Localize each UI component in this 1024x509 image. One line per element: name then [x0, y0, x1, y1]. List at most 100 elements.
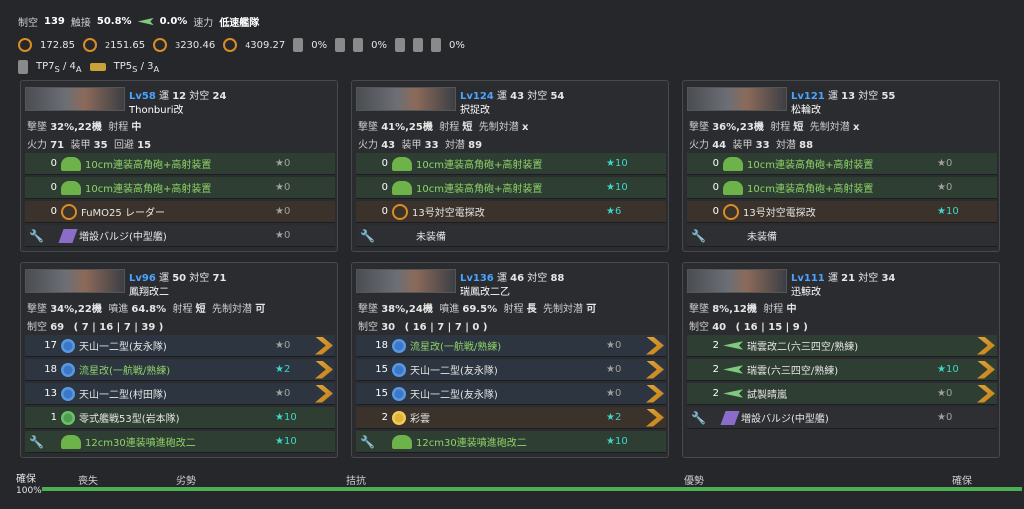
ship-banner-image[interactable] — [25, 269, 125, 293]
los-2: 2151.65 — [105, 39, 146, 51]
tick-parity: 拮抗 — [346, 476, 366, 487]
equipment-slot[interactable]: 15 天山一二型(友永隊) ★0 — [356, 359, 666, 381]
equipment-slot[interactable]: 15 天山一二型(友永隊) ★0 — [356, 383, 666, 405]
speed-value: 低速艦隊 — [219, 18, 260, 29]
ship-banner-image[interactable] — [687, 87, 787, 111]
ship-banner-image[interactable] — [25, 87, 125, 111]
ship-stats-line2: 火力 44 装甲 33 対潜 88 — [689, 140, 814, 151]
wrench-icon: 🔧 — [29, 434, 44, 449]
equipment-slot[interactable]: 🔧 12cm30連装噴進砲改二 ★10 — [25, 431, 335, 453]
equipment-slot[interactable]: 2 瑞雲(六三四空/熟練) ★10 — [687, 359, 997, 381]
equipment-slot[interactable]: 🔧 増設バルジ(中型艦) ★0 — [687, 407, 997, 429]
ship-name: 松輪改 — [791, 105, 821, 116]
speed-label: 速力 — [193, 18, 214, 29]
equipment-name: 天山一二型(友永隊) — [410, 366, 498, 377]
equipment-slot[interactable]: 🔧 未装備 — [687, 225, 997, 247]
proficiency-chevron-icon — [977, 360, 995, 379]
torpedo-bomber-icon — [61, 386, 75, 401]
wrench-icon: 🔧 — [360, 434, 375, 449]
ship-card[interactable]: Lv111 運 21 対空 34 迅鯨改 撃墜 8%,12機 射程 中 制空 40 … — [682, 262, 1000, 458]
drum-3: 0% — [449, 39, 465, 51]
proficiency-chevron-icon — [977, 384, 995, 403]
torpedo-bomber-icon — [61, 362, 75, 377]
improvement-level: ★6 — [606, 206, 622, 217]
equipment-name: 10cm連装高角砲+高射装置 — [747, 160, 874, 171]
equipment-slot[interactable]: 🔧 未装備 — [356, 225, 666, 247]
tp-2: TP5S / 3A — [113, 60, 160, 74]
improvement-level: ★10 — [275, 436, 297, 447]
equipment-slot[interactable]: 2 彩雲 ★2 — [356, 407, 666, 429]
ship-stats-line1: 撃墜 32%,22機 射程 中 — [27, 122, 142, 133]
wrench-icon: 🔧 — [691, 228, 706, 243]
ship-card[interactable]: Lv96 運 50 対空 71 鳳翔改二 撃墜 34%,22機 噴進 64.8% 射… — [20, 262, 338, 458]
equipment-name: 増設バルジ(中型艦) — [741, 414, 829, 425]
drum-1: 0% — [311, 39, 328, 51]
contact-label: 触接 — [70, 18, 91, 29]
equipment-slot[interactable]: 18 流星改(一航戦/熟練) ★2 — [25, 359, 335, 381]
slot-count: 0 — [712, 158, 719, 169]
proficiency-chevron-icon — [646, 336, 664, 355]
ship-card[interactable]: Lv121 運 13 対空 55 松輪改 撃墜 36%,23機 射程 短 先制対潜 … — [682, 80, 1000, 252]
improvement-level: ★0 — [275, 230, 291, 241]
equipment-slot[interactable]: 0 13号対空電探改 ★6 — [356, 201, 666, 223]
ship-card[interactable]: Lv124 運 43 対空 54 択捉改 撃墜 41%,25機 射程 短 先制対潜 … — [351, 80, 669, 252]
ship-card[interactable]: Lv58 運 12 対空 24 Thonburi改 撃墜 32%,22機 射程 中 … — [20, 80, 338, 252]
proficiency-chevron-icon — [646, 384, 664, 403]
improvement-level: ★10 — [275, 412, 297, 423]
equipment-name: 試製晴嵐 — [747, 390, 787, 401]
equipment-name: 天山一二型(村田隊) — [79, 390, 167, 401]
equipment-slot[interactable]: 2 試製晴嵐 ★0 — [687, 383, 997, 405]
torpedo-bomber-icon — [392, 386, 406, 401]
ship-banner-image[interactable] — [356, 269, 456, 293]
ship-banner-image[interactable] — [687, 269, 787, 293]
los-row: 172.85 2151.65 3230.46 4309.27 0% 0% 0% — [18, 38, 465, 52]
tp-row: TP7S / 4A TP5S / 3A — [18, 60, 159, 74]
drum-icon — [413, 38, 424, 52]
equipment-slot[interactable]: 0 10cm連装高角砲+高射装置 ★0 — [25, 153, 335, 175]
ship-stats-line1: 撃墜 38%,24機 噴進 69.5% 射程 長 先制対潜 可 — [358, 304, 597, 315]
equipment-slot[interactable]: 0 FuMO25 レーダー ★0 — [25, 201, 335, 223]
improvement-level: ★10 — [937, 364, 959, 375]
equipment-slot[interactable]: 0 10cm連装高角砲+高射装置 ★0 — [25, 177, 335, 199]
air-state-pct: 100% — [16, 486, 42, 496]
tick-supremacy: 確保 — [952, 476, 972, 487]
equipment-slot[interactable]: 18 流星改(一航戦/熟練) ★0 — [356, 335, 666, 357]
equipment-name: 未装備 — [747, 232, 777, 243]
equipment-slot[interactable]: 0 10cm連装高角砲+高射装置 ★0 — [687, 153, 997, 175]
equipment-slot[interactable]: 1 零式艦戦53型(岩本隊) ★10 — [25, 407, 335, 429]
slot-count: 0 — [50, 182, 57, 193]
equipment-slot[interactable]: 0 10cm連装高角砲+高射装置 ★10 — [356, 153, 666, 175]
improvement-level: ★0 — [275, 206, 291, 217]
slot-count: 2 — [712, 388, 719, 399]
air-label: 制空 — [18, 18, 38, 29]
equipment-name: 12cm30連装噴進砲改二 — [85, 438, 196, 449]
proficiency-chevron-icon — [315, 384, 333, 403]
torpedo-bomber-icon — [392, 362, 406, 377]
ship-card[interactable]: Lv136 運 46 対空 88 瑞鳳改二乙 撃墜 38%,24機 噴進 69.5%… — [351, 262, 669, 458]
wrench-icon: 🔧 — [360, 228, 375, 243]
improvement-level: ★0 — [937, 412, 953, 423]
slot-count: 0 — [381, 206, 388, 217]
improvement-level: ★0 — [275, 182, 291, 193]
equipment-slot[interactable]: 0 10cm連装高角砲+高射装置 ★0 — [687, 177, 997, 199]
ship-banner-image[interactable] — [356, 87, 456, 111]
equipment-name: 増設バルジ(中型艦) — [79, 232, 167, 243]
equipment-slot[interactable]: 🔧 増設バルジ(中型艦) ★0 — [25, 225, 335, 247]
seaplane-icon — [723, 365, 743, 374]
ship-stats-line2: 制空 69 ( 7 | 16 | 7 | 39 ) — [27, 322, 164, 333]
equipment-slot[interactable]: 0 13号対空電探改 ★10 — [687, 201, 997, 223]
contact-value: 50.8% — [96, 16, 132, 27]
equipment-slot[interactable]: 🔧 12cm30連装噴進砲改二 ★10 — [356, 431, 666, 453]
equipment-slot[interactable]: 13 天山一二型(村田隊) ★0 — [25, 383, 335, 405]
proficiency-chevron-icon — [977, 336, 995, 355]
equipment-slot[interactable]: 17 天山一二型(友永隊) ★0 — [25, 335, 335, 357]
air-state-fill — [42, 487, 1022, 491]
equipment-name: 13号対空電探改 — [743, 208, 816, 219]
equipment-slot[interactable]: 0 10cm連装高角砲+高射装置 ★10 — [356, 177, 666, 199]
equipment-name: 10cm連装高角砲+高射装置 — [416, 184, 543, 195]
improvement-level: ★10 — [606, 436, 628, 447]
slot-count: 18 — [375, 340, 388, 351]
improvement-level: ★0 — [275, 388, 291, 399]
equipment-slot[interactable]: 2 瑞雲改二(六三四空/熟練) — [687, 335, 997, 357]
equipment-name: 流星改(一航戦/熟練) — [79, 366, 171, 377]
